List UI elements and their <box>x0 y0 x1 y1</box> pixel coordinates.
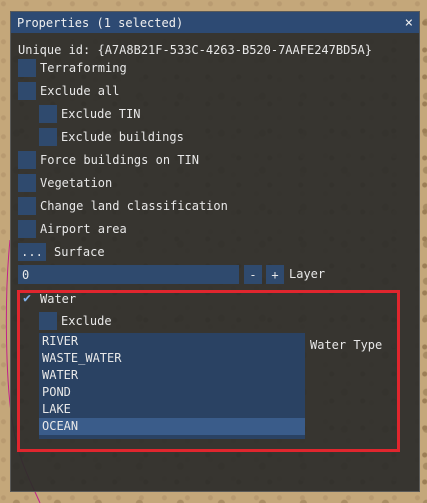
surface-row: ... Surface <box>18 242 105 261</box>
exclude-tin-option[interactable]: Exclude TIN <box>39 104 140 123</box>
terraforming-option[interactable]: Terraforming <box>18 58 127 77</box>
unique-id-text: Unique id: {A7A8B21F-533C-4263-B520-7AAF… <box>18 42 373 57</box>
layer-label: Layer <box>289 267 326 281</box>
land-classification-checkbox[interactable] <box>18 196 36 215</box>
land-classification-label: Change land classification <box>40 198 228 213</box>
checkmark-icon: ✔ <box>23 291 31 306</box>
list-item[interactable]: RIVER <box>39 333 305 350</box>
airport-area-checkbox[interactable] <box>18 219 36 238</box>
exclude-buildings-option[interactable]: Exclude buildings <box>39 127 184 146</box>
water-exclude-checkbox[interactable] <box>39 311 57 330</box>
land-classification-option[interactable]: Change land classification <box>18 196 228 215</box>
layer-input[interactable]: 0 <box>18 265 239 284</box>
water-checkbox[interactable]: ✔ <box>18 290 36 308</box>
force-buildings-label: Force buildings on TIN <box>40 152 199 167</box>
close-icon[interactable]: × <box>405 15 413 31</box>
layer-decrement-button[interactable]: - <box>244 265 262 284</box>
vegetation-checkbox[interactable] <box>18 173 36 192</box>
water-exclude-label: Exclude <box>61 313 112 328</box>
layer-increment-button[interactable]: + <box>266 265 284 284</box>
water-type-list[interactable]: RIVER WASTE_WATER WATER POND LAKE OCEAN <box>39 333 305 439</box>
list-item-selected[interactable]: OCEAN <box>39 418 305 435</box>
list-item[interactable]: WATER <box>39 367 305 384</box>
exclude-tin-label: Exclude TIN <box>61 106 141 121</box>
title-bar[interactable]: Properties (1 selected) × <box>11 12 419 33</box>
list-item[interactable]: WASTE_WATER <box>39 350 305 367</box>
layer-value: 0 <box>22 267 30 282</box>
vegetation-label: Vegetation <box>40 175 113 190</box>
force-buildings-checkbox[interactable] <box>18 150 36 169</box>
vegetation-option[interactable]: Vegetation <box>18 173 112 192</box>
force-buildings-option[interactable]: Force buildings on TIN <box>18 150 199 169</box>
window-title: Properties (1 selected) <box>17 15 184 30</box>
water-label: Water <box>40 291 77 306</box>
list-item[interactable]: LAKE <box>39 401 305 418</box>
unique-id-row: Unique id: {A7A8B21F-533C-4263-B520-7AAF… <box>18 40 372 59</box>
terraforming-checkbox[interactable] <box>18 58 36 77</box>
terraforming-label: Terraforming <box>40 60 127 75</box>
exclude-all-checkbox[interactable] <box>18 81 36 100</box>
exclude-all-option[interactable]: Exclude all <box>18 81 119 100</box>
water-type-label: Water Type <box>310 338 383 352</box>
airport-area-option[interactable]: Airport area <box>18 219 127 238</box>
exclude-buildings-label: Exclude buildings <box>61 129 184 144</box>
airport-area-label: Airport area <box>40 221 127 236</box>
water-option[interactable]: ✔ Water <box>18 289 76 308</box>
surface-browse-button[interactable]: ... <box>18 242 46 261</box>
surface-label: Surface <box>54 244 105 259</box>
properties-window: Properties (1 selected) × Unique id: {A7… <box>10 11 420 492</box>
water-exclude-option[interactable]: Exclude <box>39 311 112 330</box>
exclude-all-label: Exclude all <box>40 83 120 98</box>
exclude-tin-checkbox[interactable] <box>39 104 57 123</box>
exclude-buildings-checkbox[interactable] <box>39 127 57 146</box>
list-item[interactable]: POND <box>39 384 305 401</box>
